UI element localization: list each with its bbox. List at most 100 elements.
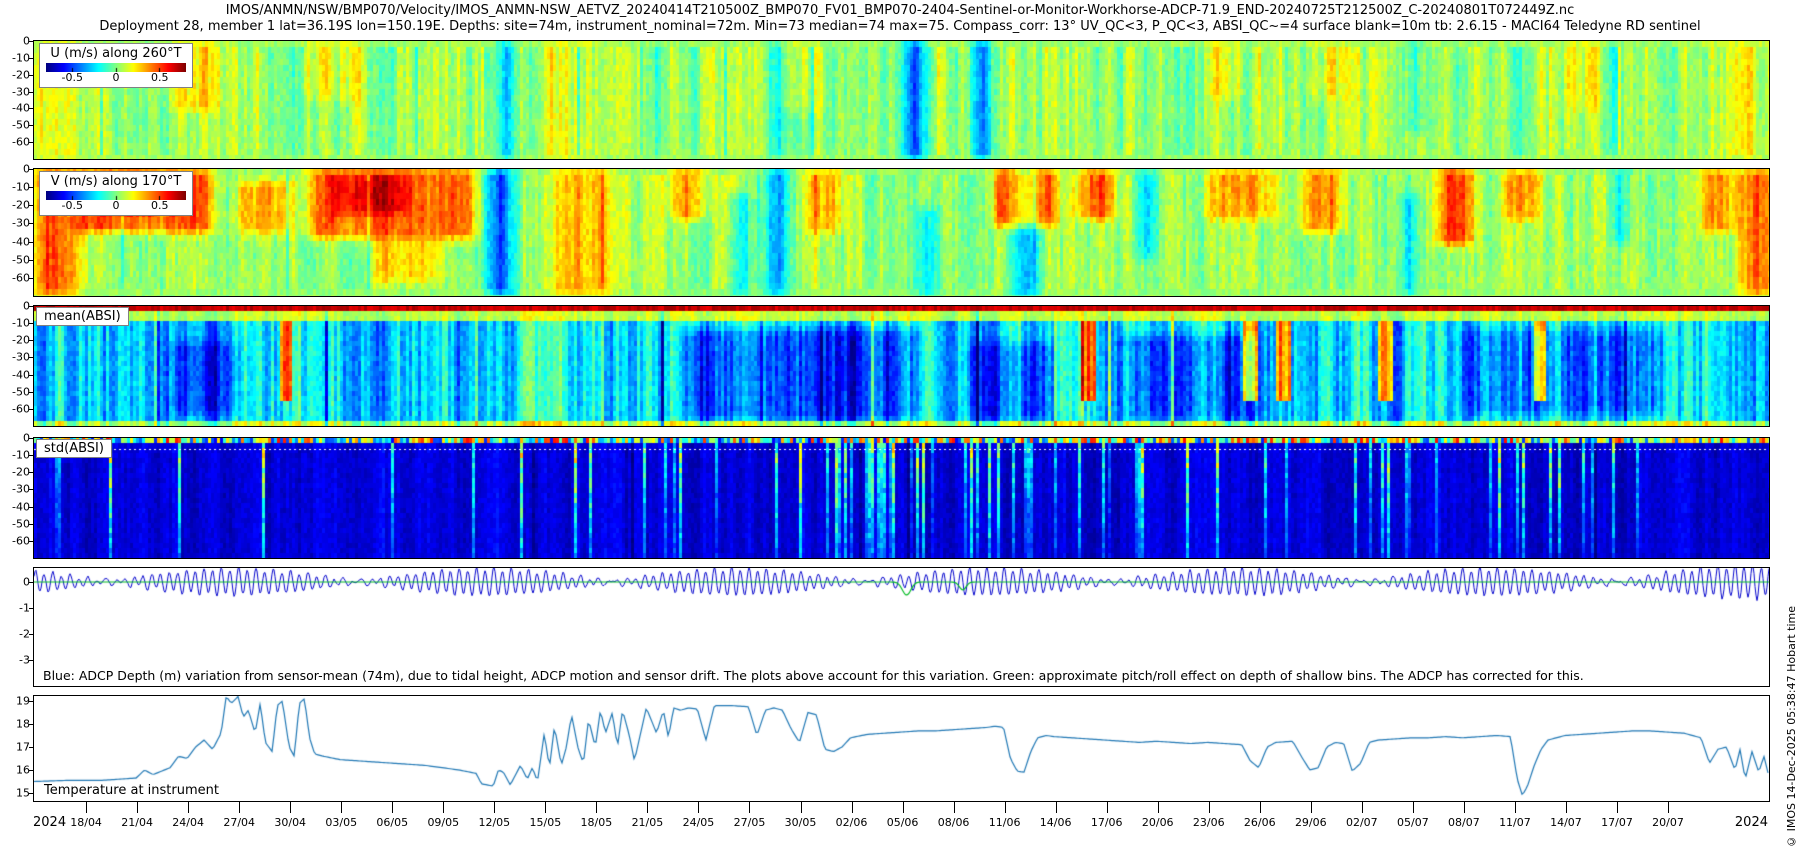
x-tick-mark bbox=[749, 802, 750, 813]
temperature-label: Temperature at instrument bbox=[44, 783, 219, 798]
y-tick-label: -40 bbox=[2, 102, 30, 115]
x-tick-mark bbox=[1617, 802, 1618, 813]
depth-variation-panel: Blue: ADCP Depth (m) variation from sens… bbox=[33, 567, 1770, 687]
y-tick-label: -10 bbox=[2, 317, 30, 330]
y-tick-mark bbox=[29, 541, 33, 542]
y-tick-mark bbox=[29, 634, 33, 635]
x-tick-label: 15/05 bbox=[523, 816, 567, 829]
y-tick-mark bbox=[29, 489, 33, 490]
y-tick-label: -2 bbox=[2, 628, 30, 641]
x-tick-mark bbox=[86, 802, 87, 813]
y-tick-mark bbox=[29, 392, 33, 393]
colorbar-tick-label: -0.5 bbox=[62, 199, 83, 212]
y-tick-mark bbox=[29, 108, 33, 109]
y-tick-mark bbox=[29, 142, 33, 143]
x-tick-mark bbox=[545, 802, 546, 813]
y-tick-label: -30 bbox=[2, 351, 30, 364]
x-tick-mark bbox=[1260, 802, 1261, 813]
x-tick-mark bbox=[1158, 802, 1159, 813]
y-tick-label: -50 bbox=[2, 119, 30, 132]
x-tick-label: 14/07 bbox=[1544, 816, 1588, 829]
y-tick-label: -40 bbox=[2, 368, 30, 381]
y-tick-mark bbox=[29, 375, 33, 376]
x-tick-label: 18/04 bbox=[64, 816, 108, 829]
y-tick-mark bbox=[29, 660, 33, 661]
y-tick-label: 0 bbox=[2, 35, 30, 48]
y-tick-label: -30 bbox=[2, 85, 30, 98]
x-tick-label: 30/04 bbox=[268, 816, 312, 829]
x-tick-mark bbox=[290, 802, 291, 813]
x-tick-mark bbox=[137, 802, 138, 813]
y-tick-label: -1 bbox=[2, 602, 30, 615]
v-legend: V (m/s) along 170°T -0.500.5 bbox=[39, 171, 193, 216]
x-tick-label: 08/07 bbox=[1442, 816, 1486, 829]
y-tick-label: -40 bbox=[2, 500, 30, 513]
y-tick-mark bbox=[29, 323, 33, 324]
colorbar-tick-label: 0.5 bbox=[151, 199, 169, 212]
x-axis-year-left: 2024 bbox=[33, 815, 66, 830]
copyright-vertical-text: © IMOS 14-Dec-2025 05:38:47 Hobart time bbox=[1785, 606, 1798, 848]
x-tick-label: 03/05 bbox=[319, 816, 363, 829]
y-tick-label: -50 bbox=[2, 385, 30, 398]
x-tick-mark bbox=[596, 802, 597, 813]
adcp-figure: IMOS/ANMN/NSW/BMP070/Velocity/IMOS_ANMN-… bbox=[0, 0, 1800, 850]
x-tick-label: 05/07 bbox=[1391, 816, 1435, 829]
y-tick-label: -10 bbox=[2, 449, 30, 462]
x-tick-label: 02/07 bbox=[1340, 816, 1384, 829]
colorbar-tick-label: 0 bbox=[113, 71, 120, 84]
y-tick-label: -20 bbox=[2, 466, 30, 479]
y-tick-label: 0 bbox=[2, 163, 30, 176]
x-axis-year-right: 2024 bbox=[1735, 815, 1768, 830]
x-tick-mark bbox=[494, 802, 495, 813]
y-tick-mark bbox=[29, 524, 33, 525]
y-tick-mark bbox=[29, 472, 33, 473]
y-tick-mark bbox=[29, 41, 33, 42]
mean-absi-panel: mean(ABSI) bbox=[33, 305, 1770, 427]
y-tick-label: -20 bbox=[2, 334, 30, 347]
y-tick-mark bbox=[29, 438, 33, 439]
y-tick-mark bbox=[29, 770, 33, 771]
x-tick-label: 27/05 bbox=[727, 816, 771, 829]
figure-title: IMOS/ANMN/NSW/BMP070/Velocity/IMOS_ANMN-… bbox=[0, 3, 1800, 18]
y-tick-label: -60 bbox=[2, 534, 30, 547]
y-tick-mark bbox=[29, 169, 33, 170]
y-tick-label: -50 bbox=[2, 253, 30, 266]
x-tick-label: 24/05 bbox=[676, 816, 720, 829]
y-tick-label: -3 bbox=[2, 654, 30, 667]
x-tick-label: 02/06 bbox=[830, 816, 874, 829]
x-tick-label: 11/06 bbox=[983, 816, 1027, 829]
x-tick-label: 21/04 bbox=[115, 816, 159, 829]
y-tick-label: -10 bbox=[2, 181, 30, 194]
y-tick-mark bbox=[29, 608, 33, 609]
x-tick-label: 09/05 bbox=[421, 816, 465, 829]
y-tick-label: -30 bbox=[2, 217, 30, 230]
y-tick-label: 19 bbox=[2, 695, 30, 708]
y-tick-mark bbox=[29, 187, 33, 188]
v-velocity-heatmap bbox=[34, 169, 1769, 296]
y-tick-mark bbox=[29, 409, 33, 410]
x-tick-label: 17/07 bbox=[1595, 816, 1639, 829]
x-tick-label: 06/05 bbox=[370, 816, 414, 829]
y-tick-mark bbox=[29, 306, 33, 307]
u-legend-label: U (m/s) along 260°T bbox=[46, 46, 186, 62]
x-tick-mark bbox=[392, 802, 393, 813]
x-tick-label: 30/05 bbox=[779, 816, 823, 829]
y-tick-mark bbox=[29, 507, 33, 508]
y-tick-mark bbox=[29, 747, 33, 748]
y-tick-label: 18 bbox=[2, 718, 30, 731]
y-tick-label: 0 bbox=[2, 576, 30, 589]
y-tick-mark bbox=[29, 260, 33, 261]
colorbar-tick-label: 0 bbox=[113, 199, 120, 212]
colorbar-tick-label: -0.5 bbox=[62, 71, 83, 84]
y-tick-mark bbox=[29, 340, 33, 341]
y-tick-mark bbox=[29, 242, 33, 243]
v-velocity-panel: V (m/s) along 170°T -0.500.5 bbox=[33, 168, 1770, 297]
y-tick-label: 16 bbox=[2, 764, 30, 777]
y-tick-mark bbox=[29, 223, 33, 224]
x-tick-mark bbox=[1107, 802, 1108, 813]
y-tick-label: 0 bbox=[2, 300, 30, 313]
x-tick-mark bbox=[443, 802, 444, 813]
x-tick-label: 20/06 bbox=[1136, 816, 1180, 829]
y-tick-label: -60 bbox=[2, 271, 30, 284]
x-tick-mark bbox=[1056, 802, 1057, 813]
